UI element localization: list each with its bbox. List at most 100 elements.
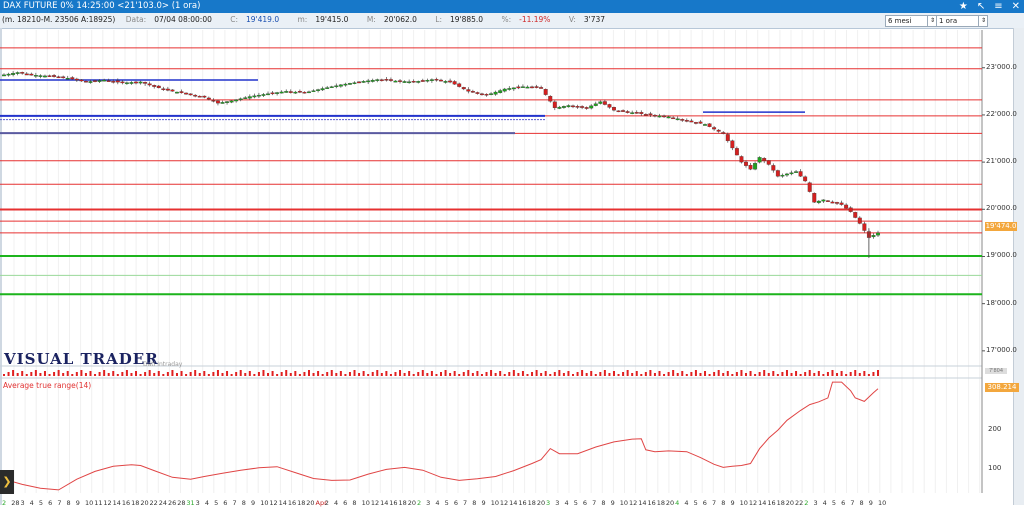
volume-bar	[112, 371, 115, 376]
expand-panel-button[interactable]: ❯	[0, 470, 14, 494]
time-tick-label: 4	[204, 499, 209, 507]
volume-bar	[603, 370, 606, 376]
volume-bar	[849, 372, 852, 376]
bullish-candle	[561, 106, 566, 108]
bearish-candle	[270, 92, 275, 95]
volume-bar	[499, 371, 502, 376]
bullish-candle	[97, 80, 102, 82]
bullish-candle	[780, 174, 785, 177]
bearish-candle	[762, 158, 767, 162]
volume-bar	[799, 374, 802, 376]
bearish-candle	[411, 80, 416, 83]
time-tick-label: 22	[149, 499, 158, 507]
time-tick-label: 7	[712, 499, 717, 507]
data-source-label: Dati Intraday	[143, 361, 183, 368]
volume-bar	[412, 374, 415, 376]
time-tick-label: 16	[389, 499, 398, 507]
volume-bar	[781, 372, 784, 376]
time-tick-label: 10	[878, 499, 887, 507]
volume-bar	[116, 374, 119, 376]
time-tick-label: 22	[795, 499, 804, 507]
volume-bar	[653, 373, 656, 376]
volume-bar	[3, 374, 5, 376]
bullish-candle	[429, 79, 434, 81]
bullish-candle	[138, 81, 143, 84]
bearish-candle	[643, 114, 648, 116]
volume-bar	[367, 374, 370, 376]
volume-bar	[772, 371, 775, 376]
volume-bar	[535, 370, 538, 376]
bearish-candle	[739, 156, 744, 163]
time-tick-label: 6	[453, 499, 458, 507]
bullish-candle	[507, 88, 512, 90]
bullish-candle	[88, 81, 93, 83]
time-tick-label: 10	[361, 499, 370, 507]
volume-bar	[877, 370, 879, 376]
volume-bar	[212, 372, 215, 376]
bearish-candle	[725, 134, 730, 142]
volume-bar	[276, 374, 279, 376]
time-tick-label: 8	[352, 499, 357, 507]
time-tick-label: 14	[278, 499, 287, 507]
bullish-candle	[279, 91, 284, 94]
volume-bar	[626, 370, 629, 376]
bearish-candle	[707, 123, 712, 127]
time-tick-label: 14	[638, 499, 647, 507]
volume-bar	[713, 372, 716, 376]
volume-bar	[139, 374, 142, 376]
price-tick-label: 17'000.0	[986, 345, 1017, 354]
bearish-candle	[744, 161, 748, 166]
volume-bar	[103, 370, 106, 376]
volume-bar	[717, 370, 720, 376]
time-tick-label: 16	[121, 499, 131, 507]
volume-bar	[344, 374, 347, 376]
bearish-candle	[29, 73, 34, 76]
volume-bar	[663, 374, 666, 376]
bearish-candle	[134, 81, 138, 84]
time-tick-label: 6	[48, 499, 53, 507]
bullish-candle	[352, 82, 357, 84]
bearish-candle	[143, 82, 148, 84]
time-tick-label: 5	[693, 499, 698, 507]
bearish-candle	[357, 81, 362, 84]
volume-bar	[594, 374, 597, 376]
volume-bar	[813, 373, 816, 376]
time-tick-label: 18	[776, 499, 785, 507]
current-price-tag: 19'474.0	[985, 222, 1017, 231]
time-tick-label: 5	[38, 499, 44, 507]
bullish-candle	[407, 81, 412, 84]
volume-bar	[508, 372, 511, 376]
bullish-candle	[307, 91, 311, 94]
bullish-candle	[343, 83, 348, 86]
bearish-candle	[61, 76, 66, 79]
volume-bar	[804, 372, 807, 376]
bullish-candle	[225, 101, 230, 103]
volume-bar	[490, 370, 493, 376]
bullish-candle	[366, 80, 371, 83]
bearish-candle	[862, 223, 867, 231]
bearish-candle	[803, 176, 808, 182]
bearish-candle	[388, 79, 393, 81]
volume-bar	[307, 370, 310, 376]
bearish-candle	[552, 101, 557, 109]
volume-bar	[317, 371, 320, 376]
bearish-candle	[662, 115, 667, 118]
volume-bar	[622, 372, 625, 376]
time-tick-label: 8	[721, 499, 726, 507]
volume-bar	[153, 373, 156, 376]
chart-canvas[interactable]	[0, 0, 1024, 505]
time-tick-label: 7	[57, 499, 62, 507]
volume-bar	[521, 371, 524, 376]
bearish-candle	[484, 93, 489, 96]
volume-bar	[162, 374, 165, 376]
bearish-candle	[844, 204, 849, 209]
bearish-candle	[211, 100, 216, 102]
volume-bar	[512, 370, 515, 376]
bearish-candle	[452, 81, 457, 85]
time-tick-label: 14	[758, 499, 767, 507]
volume-bar	[216, 370, 219, 376]
bullish-candle	[821, 199, 826, 202]
bearish-candle	[698, 121, 703, 124]
bearish-candle	[420, 80, 425, 82]
bearish-candle	[602, 101, 607, 105]
